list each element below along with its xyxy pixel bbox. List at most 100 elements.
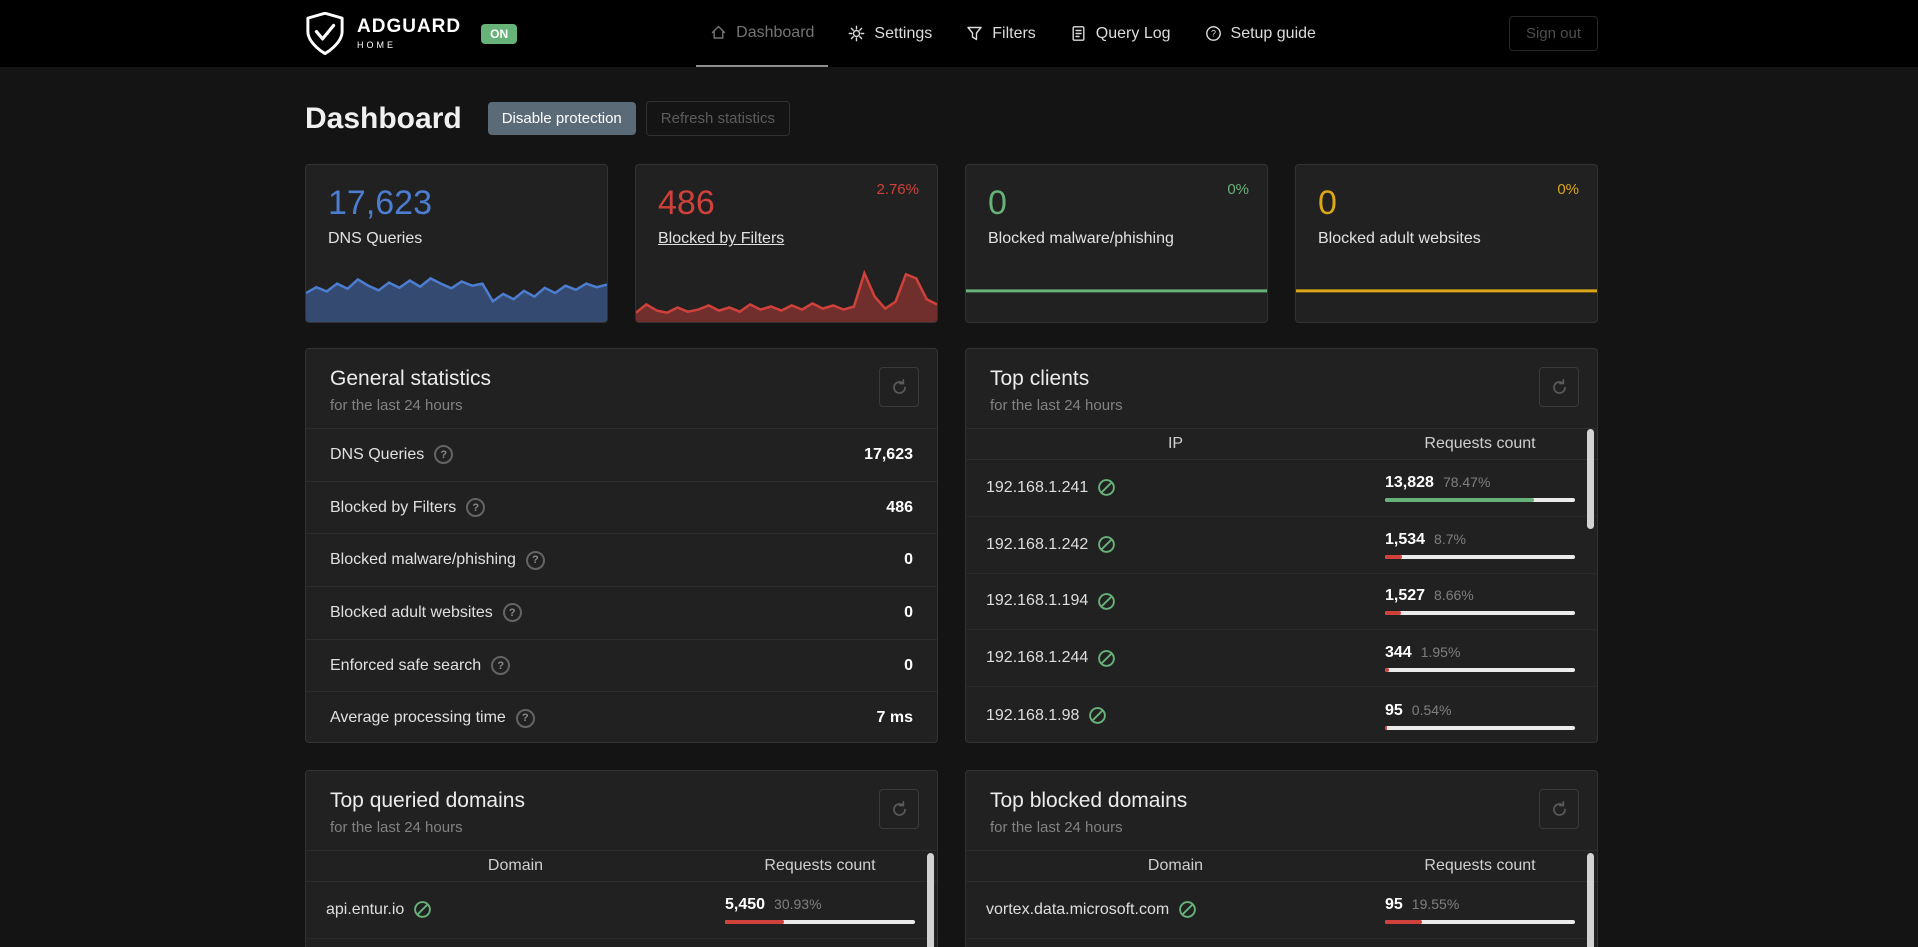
table-row: 192.168.1.242 1,534 8.7% <box>966 517 1597 574</box>
stat-label: Blocked adult websites <box>1318 230 1481 248</box>
help-circle-icon[interactable] <box>434 445 454 465</box>
top-queried-domains-card: Top queried domains for the last 24 hour… <box>305 770 938 947</box>
top-queried-domains-table: api.entur.io 5,450 30.93% <box>306 882 937 939</box>
refresh-card-button[interactable] <box>1539 367 1579 407</box>
unblock-icon[interactable] <box>1097 478 1116 497</box>
progress-bar-fill <box>1385 725 1388 730</box>
unblock-icon[interactable] <box>1088 706 1107 725</box>
table-row-name: 192.168.1.241 <box>986 478 1089 496</box>
nav-item-settings[interactable]: Settings <box>834 0 946 67</box>
requests-count-cell: 95 0.54% <box>1385 702 1575 730</box>
scrollbar-thumb[interactable] <box>927 853 934 947</box>
column-header-requests-count: Requests count <box>1424 857 1536 874</box>
top-clients-table: 192.168.1.241 13,828 78.47% 192.168.1.24… <box>966 460 1597 742</box>
requests-count-percent: 8.66% <box>1434 587 1474 604</box>
column-header-domain: Domain <box>487 857 544 874</box>
requests-count-value: 344 <box>1385 644 1412 662</box>
table-header: Domain Requests count <box>306 850 937 882</box>
nav-item-label: Settings <box>874 24 933 42</box>
table-row-name: vortex.data.microsoft.com <box>986 900 1170 918</box>
refresh-icon <box>1552 800 1566 816</box>
table-row-name-cell: 192.168.1.244 <box>986 649 1385 668</box>
blocked-malware-sparkline <box>966 289 1267 293</box>
refresh-statistics-button[interactable]: Refresh statistics <box>645 101 790 136</box>
requests-count-percent: 0.54% <box>1411 701 1452 718</box>
stat-value: 0 <box>1318 184 1337 222</box>
card-title: Top clients <box>990 367 1090 390</box>
top-clients-card: Top clients for the last 24 hours IP Req… <box>965 348 1598 743</box>
middle-cards-row: General statistics for the last 24 hours… <box>305 348 1598 743</box>
table-row-name: 192.168.1.244 <box>986 649 1089 667</box>
refresh-card-button[interactable] <box>879 367 919 407</box>
stat-label: Blocked malware/phishing <box>988 230 1174 248</box>
nav-item-label: Filters <box>992 24 1036 42</box>
table-row: 192.168.1.194 1,527 8.66% <box>966 574 1597 631</box>
stat-label: DNS Queries <box>328 230 423 248</box>
unblock-icon[interactable] <box>1178 900 1197 919</box>
brand-sub: HOME <box>357 39 396 50</box>
table-row: 192.168.1.241 13,828 78.47% <box>966 460 1597 517</box>
column-header-ip: IP <box>1167 435 1184 452</box>
nav-item-setup-guide[interactable]: ? Setup guide <box>1191 0 1330 67</box>
requests-count-value: 95 <box>1385 895 1403 913</box>
requests-count-cell: 5,450 30.93% <box>725 896 915 924</box>
blocked-by-filters-link[interactable]: Blocked by Filters <box>658 230 937 248</box>
card-title: General statistics <box>330 367 492 390</box>
sign-out-button[interactable]: Sign out <box>1508 16 1598 51</box>
svg-text:?: ? <box>1211 29 1216 39</box>
count-line: 5,450 30.93% <box>725 896 915 914</box>
requests-count-percent: 8.7% <box>1434 530 1466 547</box>
general-statistics-row: Enforced safe search 0 <box>306 638 937 692</box>
adguard-home-logo[interactable]: ADGUARD HOME ON <box>305 11 518 56</box>
requests-count-percent: 30.93% <box>774 895 822 912</box>
table-row: api.entur.io 5,450 30.93% <box>306 882 937 939</box>
scrollbar-thumb[interactable] <box>1587 853 1594 947</box>
stat-value: 17,623 <box>328 184 432 222</box>
nav-item-label: Dashboard <box>736 23 815 41</box>
requests-count-value: 1,534 <box>1385 530 1426 548</box>
stat-percent: 2.76% <box>876 181 919 198</box>
card-head: Top blocked domains for the last 24 hour… <box>966 771 1597 850</box>
progress-bar-fill <box>725 919 784 924</box>
table-row-name-cell: 192.168.1.98 <box>986 706 1385 725</box>
stat-row-label: Blocked malware/phishing <box>330 551 516 569</box>
top-blocked-domains-card: Top blocked domains for the last 24 hour… <box>965 770 1598 947</box>
requests-count-cell: 13,828 78.47% <box>1385 474 1575 502</box>
refresh-card-button[interactable] <box>1539 789 1579 829</box>
table-row-name-cell: api.entur.io <box>326 900 725 919</box>
nav-item-dashboard[interactable]: Dashboard <box>696 0 829 67</box>
blocked-adult-card: 0% 0 Blocked adult websites <box>1295 164 1598 323</box>
stat-row-value: 0 <box>904 603 913 621</box>
stat-row-value: 17,623 <box>864 445 913 463</box>
disable-protection-button[interactable]: Disable protection <box>487 102 636 135</box>
stat-percent: 0% <box>1227 181 1249 198</box>
dashboard-icon <box>711 25 726 39</box>
refresh-card-button[interactable] <box>879 789 919 829</box>
nav-item-query-log[interactable]: Query Log <box>1056 0 1185 67</box>
scrollbar-thumb[interactable] <box>1587 429 1594 529</box>
help-circle-icon[interactable] <box>491 656 511 676</box>
help-circle-icon[interactable] <box>515 708 535 728</box>
nav-item-filters[interactable]: Filters <box>952 0 1050 67</box>
table-row-name-cell: 192.168.1.241 <box>986 478 1385 497</box>
stat-row-value: 486 <box>886 498 913 516</box>
unblock-icon[interactable] <box>1097 592 1116 611</box>
gear-icon <box>849 25 865 42</box>
nav-item-label: Setup guide <box>1230 24 1316 42</box>
stat-percent: 0% <box>1557 181 1579 198</box>
table-header: IP Requests count <box>966 428 1597 460</box>
unblock-icon[interactable] <box>1097 649 1116 668</box>
table-row-name: api.entur.io <box>326 900 405 918</box>
help-circle-icon[interactable] <box>525 550 545 570</box>
help-circle-icon[interactable] <box>502 603 522 623</box>
general-statistics-row: Blocked by Filters 486 <box>306 480 937 534</box>
requests-count-value: 13,828 <box>1385 473 1434 491</box>
help-circle-icon[interactable] <box>466 498 486 517</box>
progress-bar-fill <box>1385 554 1402 559</box>
unblock-icon[interactable] <box>413 900 432 919</box>
table-row: 192.168.1.244 344 1.95% <box>966 630 1597 688</box>
count-line: 13,828 78.47% <box>1385 474 1575 492</box>
unblock-icon[interactable] <box>1097 535 1116 554</box>
refresh-icon <box>1552 378 1566 394</box>
progress-bar-fill <box>1385 919 1423 924</box>
